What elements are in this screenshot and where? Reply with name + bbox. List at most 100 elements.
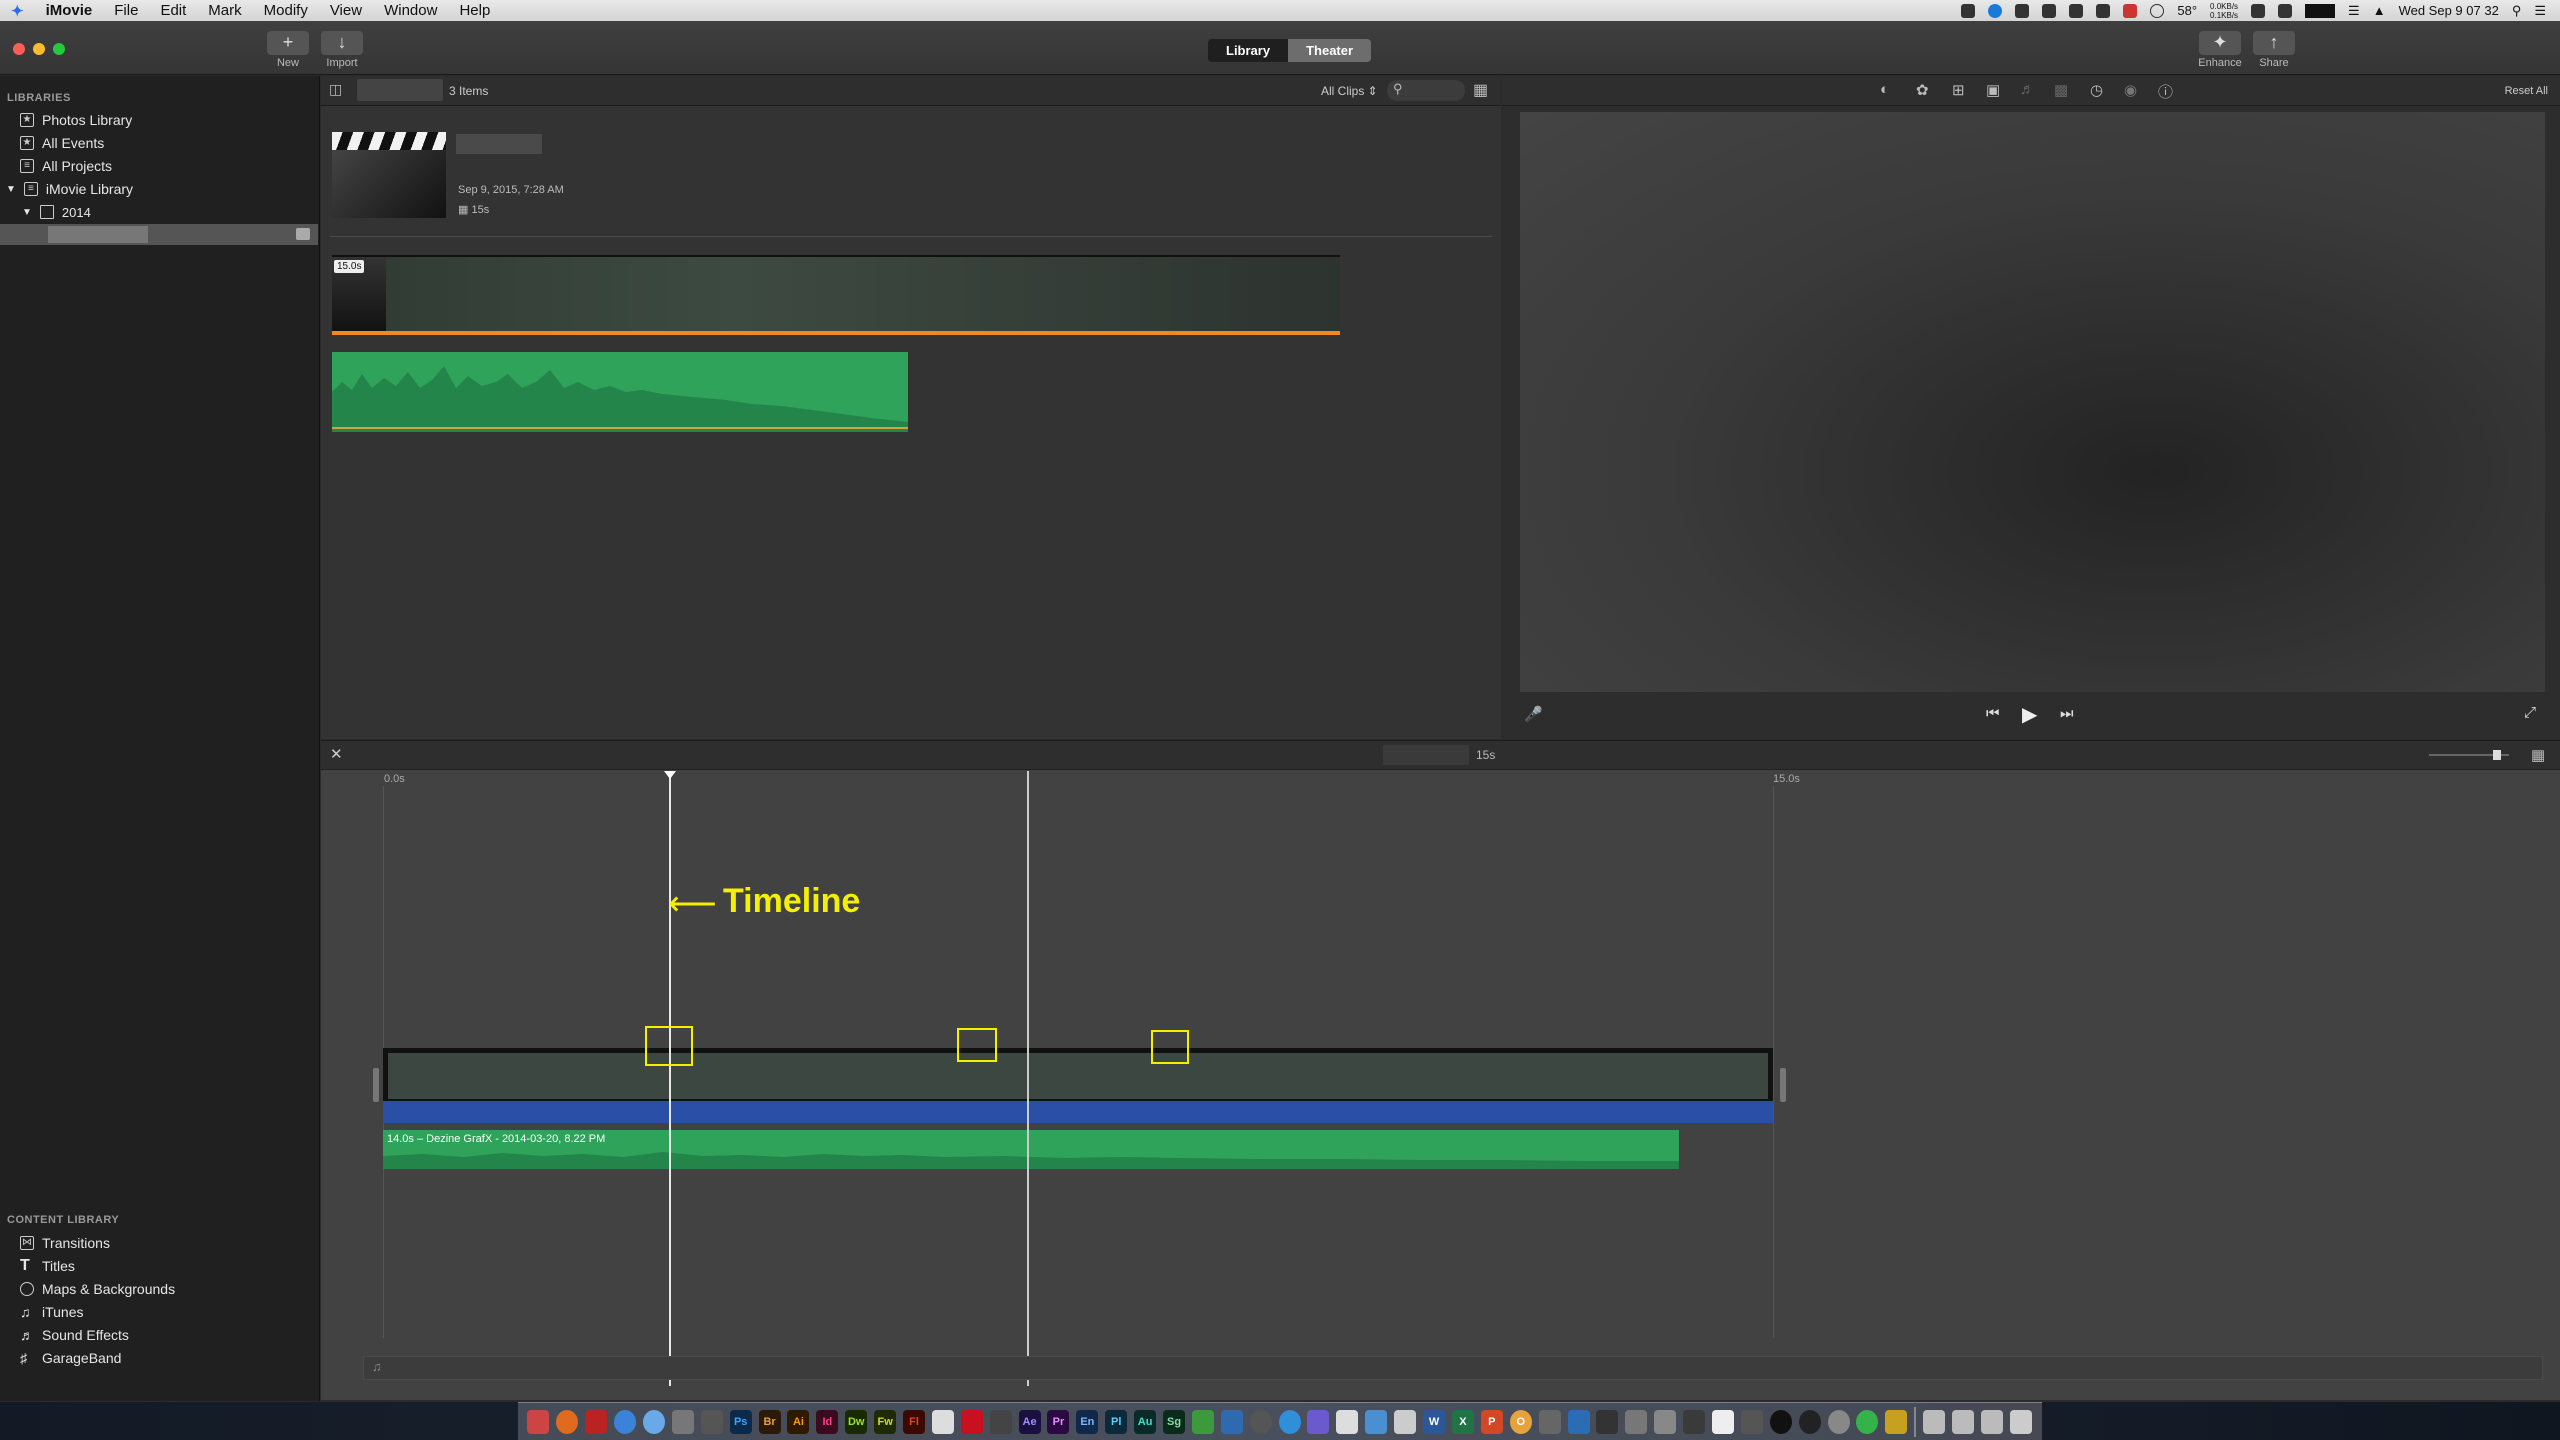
menu-view[interactable]: View — [319, 2, 373, 19]
dock-stack-icon[interactable] — [1980, 1409, 2003, 1434]
itunes-icon[interactable] — [1769, 1409, 1792, 1434]
word-icon[interactable]: W — [1423, 1409, 1446, 1434]
dock-app-icon[interactable] — [1191, 1409, 1214, 1434]
dock-app-icon[interactable]: Fl — [903, 1409, 926, 1434]
dock-app-icon[interactable]: Ae — [1018, 1409, 1041, 1434]
dock-app-icon[interactable] — [671, 1409, 694, 1434]
clock[interactable]: Wed Sep 9 07 32 — [2399, 3, 2499, 18]
video-preview[interactable] — [1520, 112, 2545, 692]
reset-all-button[interactable]: Reset All — [2505, 85, 2548, 97]
close-icon[interactable]: ✕ — [330, 745, 343, 763]
clip-filter-icon[interactable]: ◉ — [2124, 81, 2137, 99]
wifi-icon[interactable]: ☰ — [2348, 3, 2360, 19]
timeline-title-bar[interactable] — [383, 1101, 1773, 1123]
clip-filter-select[interactable]: All Clips ⇕ — [1321, 84, 1378, 98]
menu-window[interactable]: Window — [373, 2, 448, 19]
disclosure-triangle-icon[interactable]: ▼ — [6, 184, 16, 195]
dock-app-icon[interactable]: Br — [758, 1409, 781, 1434]
dock-app-icon[interactable] — [1365, 1409, 1388, 1434]
dock-app-icon[interactable] — [1596, 1409, 1619, 1434]
dock-app-icon[interactable] — [989, 1409, 1012, 1434]
dock-stack-icon[interactable] — [1923, 1409, 1946, 1434]
zoom-slider-thumb[interactable] — [2493, 750, 2501, 760]
timeline-settings-icon[interactable]: ▦ — [2531, 746, 2545, 764]
zoom-window-button[interactable] — [53, 43, 65, 55]
acrobat-icon[interactable] — [960, 1409, 983, 1434]
dock-app-icon[interactable]: Au — [1134, 1409, 1157, 1434]
color-correction-icon[interactable]: ✿ — [1916, 81, 1929, 99]
filmstrip-settings-icon[interactable]: ▦ — [1473, 80, 1488, 100]
dock-app-icon[interactable] — [1394, 1409, 1417, 1434]
safari-icon[interactable] — [643, 1409, 665, 1434]
dock-app-icon[interactable]: Ai — [787, 1409, 810, 1434]
skip-forward-icon[interactable]: ⏭ — [2060, 705, 2074, 722]
dock-app-icon[interactable] — [1885, 1409, 1908, 1434]
status-icon[interactable] — [1961, 3, 1976, 18]
skip-back-icon[interactable]: ⏮ — [1986, 705, 2000, 722]
selected-event-row[interactable] — [0, 224, 318, 245]
dock-app-icon[interactable] — [1249, 1409, 1272, 1434]
firefox-icon[interactable] — [556, 1409, 579, 1434]
status-icon[interactable] — [2123, 3, 2138, 18]
skype-icon[interactable] — [1988, 3, 2003, 18]
dock-app-icon[interactable]: Ps — [729, 1409, 752, 1434]
dock-app-icon[interactable] — [1683, 1409, 1706, 1434]
fullscreen-icon[interactable]: ⤢ — [2524, 704, 2536, 721]
disclosure-triangle-icon[interactable]: ▼ — [22, 207, 32, 218]
timeline-video-clip[interactable] — [383, 1048, 1773, 1102]
menu-modify[interactable]: Modify — [253, 2, 319, 19]
dock-app-icon[interactable] — [1740, 1409, 1763, 1434]
tab-theater[interactable]: Theater — [1288, 39, 1372, 62]
menu-help[interactable]: Help — [448, 2, 501, 19]
dock-app-icon[interactable]: Sg — [1163, 1409, 1186, 1434]
dock-app-icon[interactable] — [931, 1409, 954, 1434]
sidebar-item-all-projects[interactable]: ≡ All Projects — [20, 155, 112, 177]
dock-app-icon[interactable] — [1307, 1409, 1330, 1434]
event-thumbnail[interactable] — [332, 132, 446, 218]
status-icon[interactable] — [2096, 3, 2111, 18]
menu-file[interactable]: File — [103, 2, 149, 19]
dock-app-icon[interactable]: O — [1509, 1409, 1532, 1434]
audio-clip[interactable] — [332, 352, 908, 432]
enhance-button[interactable]: ✦ Enhance — [2198, 31, 2242, 69]
status-icon[interactable] — [2042, 3, 2057, 18]
volume-icon[interactable]: ♬ — [2020, 81, 2035, 98]
share-button[interactable]: ↑ Share — [2252, 31, 2296, 69]
stabilization-icon[interactable]: ▣ — [1986, 81, 2000, 99]
dock-app-icon[interactable] — [1538, 1409, 1561, 1434]
close-window-button[interactable] — [13, 43, 25, 55]
dock-app-icon[interactable] — [1625, 1409, 1648, 1434]
trash-icon[interactable] — [2009, 1409, 2032, 1434]
sidebar-item-transitions[interactable]: ⋈ Transitions — [20, 1232, 110, 1254]
apple-menu-icon[interactable]: ✦ — [0, 2, 35, 20]
dock-app-icon[interactable] — [1220, 1409, 1243, 1434]
dock-app-icon[interactable] — [1827, 1409, 1850, 1434]
network-monitor[interactable]: 0.0KB/s 0.1KB/s — [2210, 2, 2238, 20]
finder-icon[interactable] — [614, 1409, 637, 1434]
menu-mark[interactable]: Mark — [197, 2, 252, 19]
playhead[interactable] — [669, 771, 671, 1386]
status-icon[interactable] — [2251, 3, 2266, 18]
sidebar-item-all-events[interactable]: ★ All Events — [20, 132, 104, 154]
clip-trim-handle-right[interactable] — [1780, 1068, 1786, 1102]
app-menu[interactable]: iMovie — [35, 2, 104, 19]
timeline-audio-clip[interactable]: 14.0s – Dezine GrafX - 2014-03-20, 8.22 … — [383, 1130, 1679, 1169]
search-input[interactable]: ⚲ — [1387, 80, 1465, 101]
status-icon[interactable] — [2278, 3, 2293, 18]
sidebar-item-titles[interactable]: T Titles — [20, 1255, 75, 1277]
dock-app-icon[interactable] — [527, 1409, 550, 1434]
background-music-well[interactable]: ♫ — [363, 1356, 2543, 1380]
zoom-slider-track[interactable] — [2429, 750, 2509, 760]
new-button[interactable]: + New — [266, 31, 310, 69]
spotlight-search-icon[interactable]: ⚲ — [2512, 3, 2522, 19]
dock-app-icon[interactable] — [1654, 1409, 1677, 1434]
excel-icon[interactable]: X — [1451, 1409, 1474, 1434]
dock-app-icon[interactable] — [1798, 1409, 1821, 1434]
noise-reduction-icon[interactable]: ▩ — [2054, 81, 2068, 99]
clip-info-icon[interactable]: ⓘ — [2158, 81, 2173, 102]
dock-app-icon[interactable] — [585, 1409, 608, 1434]
sidebar-toggle-icon[interactable]: ◫ — [329, 81, 342, 98]
messages-icon[interactable] — [1856, 1409, 1879, 1434]
video-clip-filmstrip[interactable]: 15.0s — [332, 255, 1340, 335]
playhead-marker-icon[interactable] — [664, 771, 676, 779]
